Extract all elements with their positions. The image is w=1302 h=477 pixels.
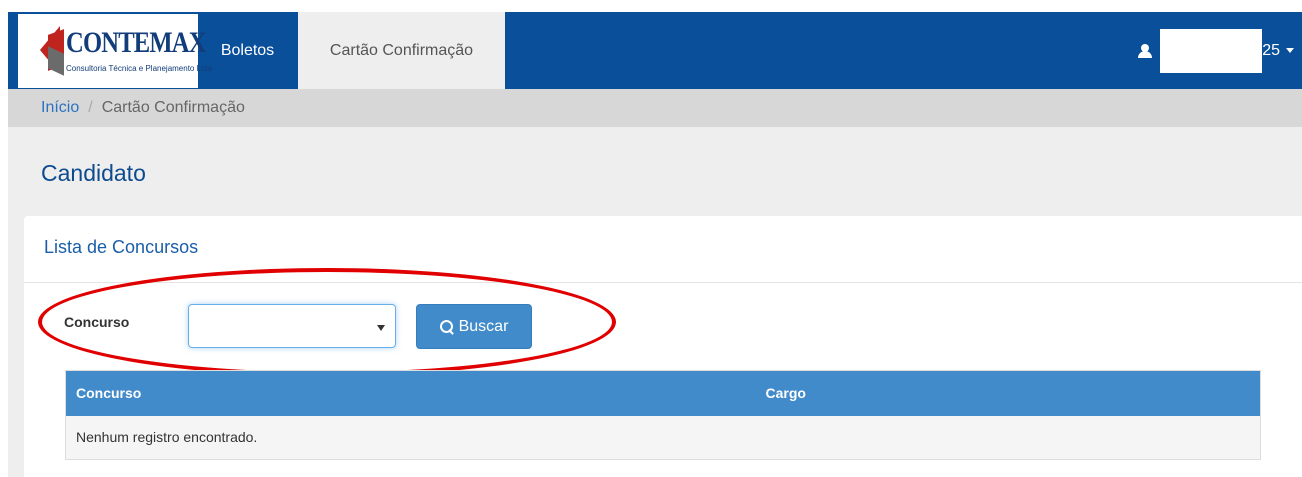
user-menu[interactable]: 25 (1138, 12, 1294, 89)
panel-title: Lista de Concursos (24, 216, 1302, 283)
search-icon (439, 319, 454, 334)
table-row: Nenhum registro encontrado. (65, 415, 1261, 460)
search-button-label: Buscar (458, 317, 509, 335)
concursos-table: Concurso Cargo Nenhum registro encontrad… (65, 370, 1261, 460)
brand-name: CONTEMAX (66, 26, 207, 59)
breadcrumb-home-link[interactable]: Início (41, 99, 79, 116)
redacted-username (1160, 28, 1263, 73)
concursos-panel: Lista de Concursos Concurso Buscar Concu… (24, 216, 1302, 477)
breadcrumb-separator: / (88, 99, 93, 116)
user-icon (1138, 43, 1153, 58)
search-button[interactable]: Buscar (416, 304, 532, 349)
column-header-concurso: Concurso (65, 370, 756, 416)
column-header-cargo: Cargo (755, 370, 1261, 416)
chevron-down-icon (1286, 48, 1294, 53)
nav-item-cartao-confirmacao[interactable]: Cartão Confirmação (298, 12, 505, 89)
username-suffix: 25 (1262, 41, 1280, 59)
app-window: CONTEMAX Consultoria Técnica e Planejame… (8, 12, 1302, 477)
top-navbar: CONTEMAX Consultoria Técnica e Planejame… (8, 12, 1302, 89)
breadcrumb-current: Cartão Confirmação (101, 99, 245, 116)
breadcrumb: Início / Cartão Confirmação (8, 89, 1302, 127)
concurso-label: Concurso (64, 314, 130, 330)
brand-logo[interactable]: CONTEMAX Consultoria Técnica e Planejame… (18, 14, 212, 88)
nav-item-boletos[interactable]: Boletos (204, 12, 291, 89)
brand-tagline: Consultoria Técnica e Planejamento Ltda (66, 64, 213, 73)
page-title: Candidato (41, 160, 146, 186)
concurso-select[interactable] (188, 304, 396, 348)
table-header-row: Concurso Cargo (65, 370, 1261, 416)
chevron-down-icon (377, 325, 385, 331)
empty-table-message: Nenhum registro encontrado. (65, 415, 1261, 460)
